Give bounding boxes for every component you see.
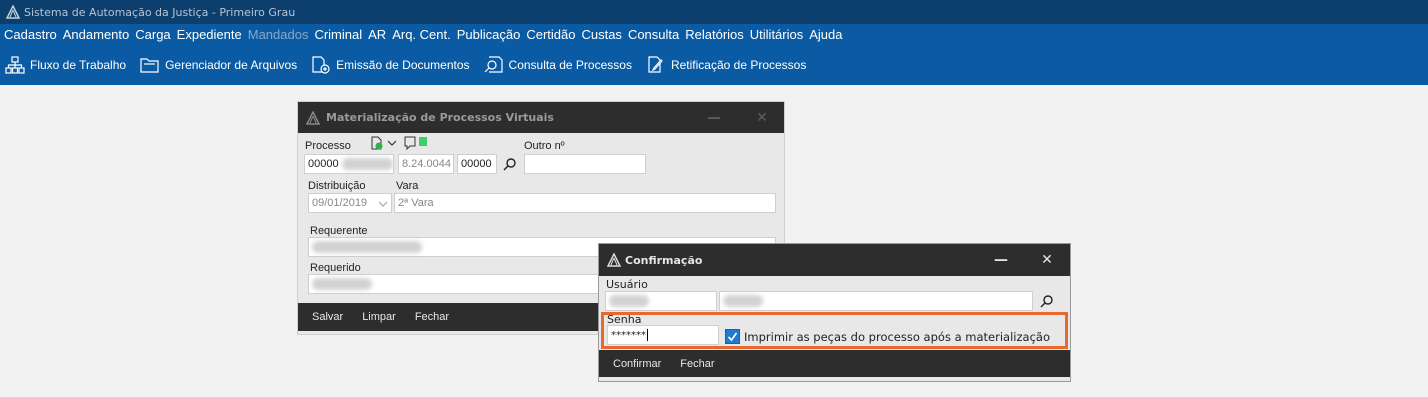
minimize-button[interactable]: — [983, 244, 1019, 276]
redacted-text [723, 295, 763, 307]
close-button[interactable]: ✕ [1029, 244, 1065, 276]
imprimir-checkbox[interactable] [725, 329, 740, 344]
toolbar-retificacao-de-processos[interactable]: Retificação de Processos [646, 55, 806, 74]
menu-bar: Cadastro Andamento Carga Expediente Mand… [0, 24, 1428, 44]
search-icon[interactable] [1040, 294, 1054, 308]
redacted-text [312, 278, 372, 290]
workflow-icon [5, 55, 25, 74]
menu-custas[interactable]: Custas [581, 27, 621, 42]
toolbar-fluxo-de-trabalho[interactable]: Fluxo de Trabalho [5, 55, 126, 74]
usuario-nome-field[interactable] [719, 291, 1033, 311]
minimize-button[interactable]: — [696, 102, 732, 133]
app-title: Sistema de Automação da Justiça - Primei… [24, 5, 296, 19]
toolbar-gerenciador-de-arquivos[interactable]: Gerenciador de Arquivos [140, 56, 297, 74]
chevron-down-icon [378, 201, 388, 207]
distribuicao-field: 09/01/2019 [308, 193, 392, 213]
toolbar-emissao-de-documentos[interactable]: Emissão de Documentos [311, 55, 470, 74]
materializacao-title: Materialização de Processos Virtuais [326, 111, 554, 124]
menu-criminal[interactable]: Criminal [314, 27, 362, 42]
bookmark-icon[interactable] [404, 136, 416, 150]
menu-publicacao[interactable]: Publicação [457, 27, 521, 42]
document-add-icon [312, 55, 330, 74]
menu-ajuda[interactable]: Ajuda [809, 27, 842, 42]
menu-relatorios[interactable]: Relatórios [685, 27, 744, 42]
processo-label: Processo [305, 140, 351, 152]
search-document-icon [484, 55, 503, 73]
app-logo-icon [306, 110, 320, 125]
limpar-button[interactable]: Limpar [362, 311, 396, 323]
menu-andamento[interactable]: Andamento [63, 27, 130, 42]
menu-consulta[interactable]: Consulta [628, 27, 679, 42]
menu-certidao[interactable]: Certidão [526, 27, 575, 42]
materializacao-title-bar[interactable]: Materialização de Processos Virtuais — ✕ [298, 102, 784, 133]
app-title-bar: Sistema de Automação da Justiça - Primei… [0, 0, 1428, 24]
fechar-button[interactable]: Fechar [680, 358, 714, 370]
chevron-down-icon[interactable] [387, 138, 397, 148]
edit-document-icon [648, 55, 663, 73]
menu-cadastro[interactable]: Cadastro [4, 27, 57, 42]
distribuicao-label: Distribuição [308, 180, 366, 192]
app-logo-icon [607, 253, 621, 267]
redacted-text [609, 295, 649, 307]
vara-label: Vara [396, 180, 419, 192]
text-cursor [647, 329, 648, 341]
fechar-button[interactable]: Fechar [415, 311, 449, 323]
salvar-button[interactable]: Salvar [312, 311, 343, 323]
menu-carga[interactable]: Carga [135, 27, 170, 42]
menu-expediente[interactable]: Expediente [177, 27, 242, 42]
imprimir-label[interactable]: Imprimir as peças do processo após a mat… [744, 330, 1050, 344]
confirmacao-footer: Confirmar Fechar [599, 350, 1070, 377]
checkmark-icon [727, 332, 738, 342]
confirmacao-title: Confirmação [625, 253, 703, 267]
menu-arq-cent[interactable]: Arq. Cent. [392, 27, 451, 42]
processo-numero-field[interactable]: 00000 [304, 154, 394, 174]
confirmacao-title-bar[interactable]: Confirmação — ✕ [599, 244, 1070, 276]
vara-field: 2ª Vara [394, 193, 776, 213]
senha-field[interactable]: ******* [607, 325, 719, 345]
app-logo-icon [6, 5, 20, 19]
usuario-label: Usuário [606, 278, 648, 291]
redacted-text [312, 241, 422, 253]
menu-ar[interactable]: AR [368, 27, 386, 42]
new-document-icon[interactable] [370, 136, 384, 150]
usuario-codigo-field[interactable] [605, 291, 717, 311]
folder-icon [140, 57, 159, 73]
requerido-label: Requerido [310, 262, 361, 274]
menu-utilitarios[interactable]: Utilitários [750, 27, 803, 42]
redacted-text [341, 158, 393, 170]
outro-numero-field[interactable] [524, 154, 646, 174]
outro-numero-label: Outro nº [524, 140, 565, 152]
toolbar-consulta-de-processos[interactable]: Consulta de Processos [484, 55, 632, 74]
toolbar: Fluxo de Trabalho Gerenciador de Arquivo… [0, 44, 1428, 85]
processo-origem-field[interactable]: 00000 [457, 154, 497, 174]
confirmacao-dialog: Confirmação — ✕ Usuário Senha ******* Im… [598, 243, 1071, 382]
status-indicator [419, 137, 427, 146]
requerente-label: Requerente [310, 225, 368, 237]
confirmar-button[interactable]: Confirmar [613, 358, 661, 370]
menu-mandados: Mandados [247, 26, 309, 42]
processo-orgao-field: 8.24.0044 [398, 154, 454, 174]
search-icon[interactable] [503, 157, 517, 171]
close-button[interactable]: ✕ [744, 102, 780, 133]
